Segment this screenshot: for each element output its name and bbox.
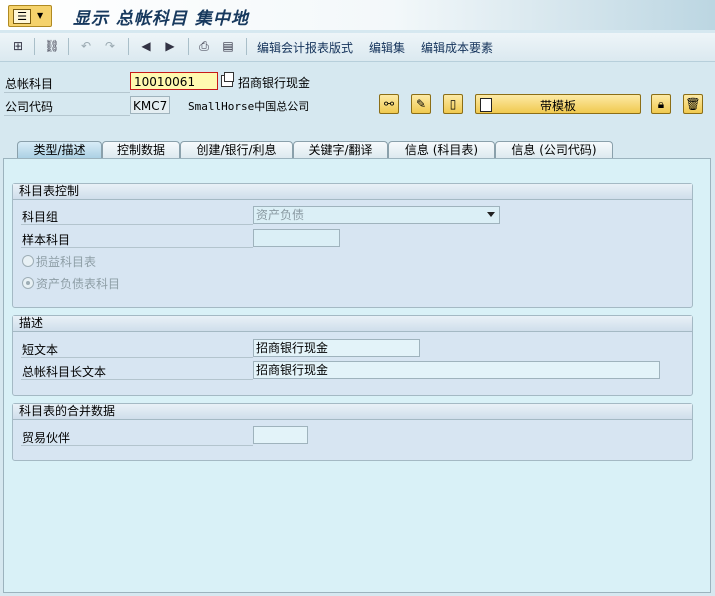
short-text-label: 短文本 [22,343,59,357]
tab-panel: 科目表控制 科目组 资产负债 样本科目 损益科目表 资产负债表科目 描述 短文本… [3,158,711,593]
long-text-input[interactable]: 招商银行现金 [253,361,660,379]
radio-circle-selected [22,277,34,289]
copy-icon[interactable] [221,72,234,87]
gl-account-input[interactable]: 10010061 [130,72,218,90]
tab-keyword-translation[interactable]: 关键字/翻译 [293,141,388,158]
edit-set-link[interactable]: 编辑集 [369,39,405,56]
company-code-description: SmallHorse中国总公司 [188,100,310,113]
menu-icon: ☰ [13,9,31,24]
print-icon[interactable]: ⎙ [195,38,213,55]
radio-bs-account[interactable]: 资产负债表科目 [22,275,120,292]
account-group-label: 科目组 [22,210,59,224]
radio-pl-account[interactable]: 损益科目表 [22,253,96,270]
description-group: 描述 短文本 招商银行现金 总帐科目长文本 招商银行现金 [12,315,693,396]
label-underline [21,224,253,225]
toolbar-separator [128,38,129,55]
application-toolbar: ⊞ ⛓ ↶ ↷ ◀ ▶ ⎙ ▤ 编辑会计报表版式 编辑集 编辑成本要素 [0,33,715,62]
trading-partner-input[interactable] [253,426,308,444]
pencil-icon: ✎ [415,97,427,111]
toolbar-separator [34,38,35,55]
sample-account-input[interactable] [253,229,340,247]
label-underline [4,92,130,93]
document-icon[interactable]: ▤ [219,38,237,55]
label-underline [21,445,253,446]
delete-button[interactable]: 🗑︎ [683,94,703,114]
gl-account-description: 招商银行现金 [238,76,311,90]
link-icon[interactable]: ⛓ [43,38,61,55]
trading-partner-label: 贸易伙伴 [22,431,71,445]
radio-pl-label: 损益科目表 [36,255,97,269]
toolbar-separator [188,38,189,55]
edit-fs-version-link[interactable]: 编辑会计报表版式 [257,39,353,56]
undo-icon[interactable]: ↶ [77,38,95,55]
company-code-label: 公司代码 [5,100,54,114]
label-underline [21,247,253,248]
redo-icon[interactable]: ↷ [101,38,119,55]
account-group-value: 资产负债 [256,208,305,222]
edit-cost-element-link[interactable]: 编辑成本要素 [421,39,493,56]
previous-icon[interactable]: ◀ [137,38,155,55]
glasses-icon: ⚯ [383,97,395,111]
trash-icon: 🗑︎ [685,97,701,111]
consolidation-group: 科目表的合并数据 贸易伙伴 [12,403,693,461]
tab-info-coa[interactable]: 信息 (科目表) [388,141,495,158]
gl-account-label: 总帐科目 [5,77,54,91]
tab-control-data[interactable]: 控制数据 [102,141,180,158]
lock-icon: 🔒︎ [657,97,665,111]
label-underline [21,357,253,358]
radio-circle [22,255,34,267]
with-template-button[interactable]: 带模板 [475,94,641,114]
display-change-button[interactable]: ⚯ [379,94,399,114]
hierarchy-icon[interactable]: ⊞ [9,38,27,55]
account-group-select[interactable]: 资产负债 [253,206,500,224]
company-code-input[interactable]: KMC7 [130,96,170,114]
tab-info-company-code[interactable]: 信息 (公司代码) [495,141,613,158]
toolbar-separator [68,38,69,55]
toolbar-separator [246,38,247,55]
window-title: 显示 总帐科目 集中地 [73,9,249,29]
group-title: 科目表的合并数据 [13,404,692,420]
short-text-input[interactable]: 招商银行现金 [253,339,420,357]
sample-account-label: 样本科目 [22,233,71,247]
next-icon[interactable]: ▶ [161,38,179,55]
tab-create-bank-interest[interactable]: 创建/银行/利息 [180,141,293,158]
group-title: 描述 [13,316,692,332]
long-text-label: 总帐科目长文本 [22,365,107,379]
lock-button[interactable]: 🔒︎ [651,94,671,114]
blank-document-icon: ▯ [449,97,457,111]
chevron-down-icon[interactable] [487,212,495,217]
edit-button[interactable]: ✎ [411,94,431,114]
group-title: 科目表控制 [13,184,692,200]
tab-type-description[interactable]: 类型/描述 [17,141,102,159]
title-bar: ☰ ▼ 显示 总帐科目 集中地 [0,0,715,30]
with-template-label: 带模板 [539,99,576,113]
create-button[interactable]: ▯ [443,94,463,114]
chevron-down-icon: ▼ [37,11,44,20]
radio-bs-label: 资产负债表科目 [36,277,121,291]
system-menu-button[interactable]: ☰ ▼ [8,5,52,27]
label-underline [21,379,253,380]
label-underline [4,115,130,116]
coa-control-group: 科目表控制 科目组 资产负债 样本科目 损益科目表 资产负债表科目 [12,183,693,308]
